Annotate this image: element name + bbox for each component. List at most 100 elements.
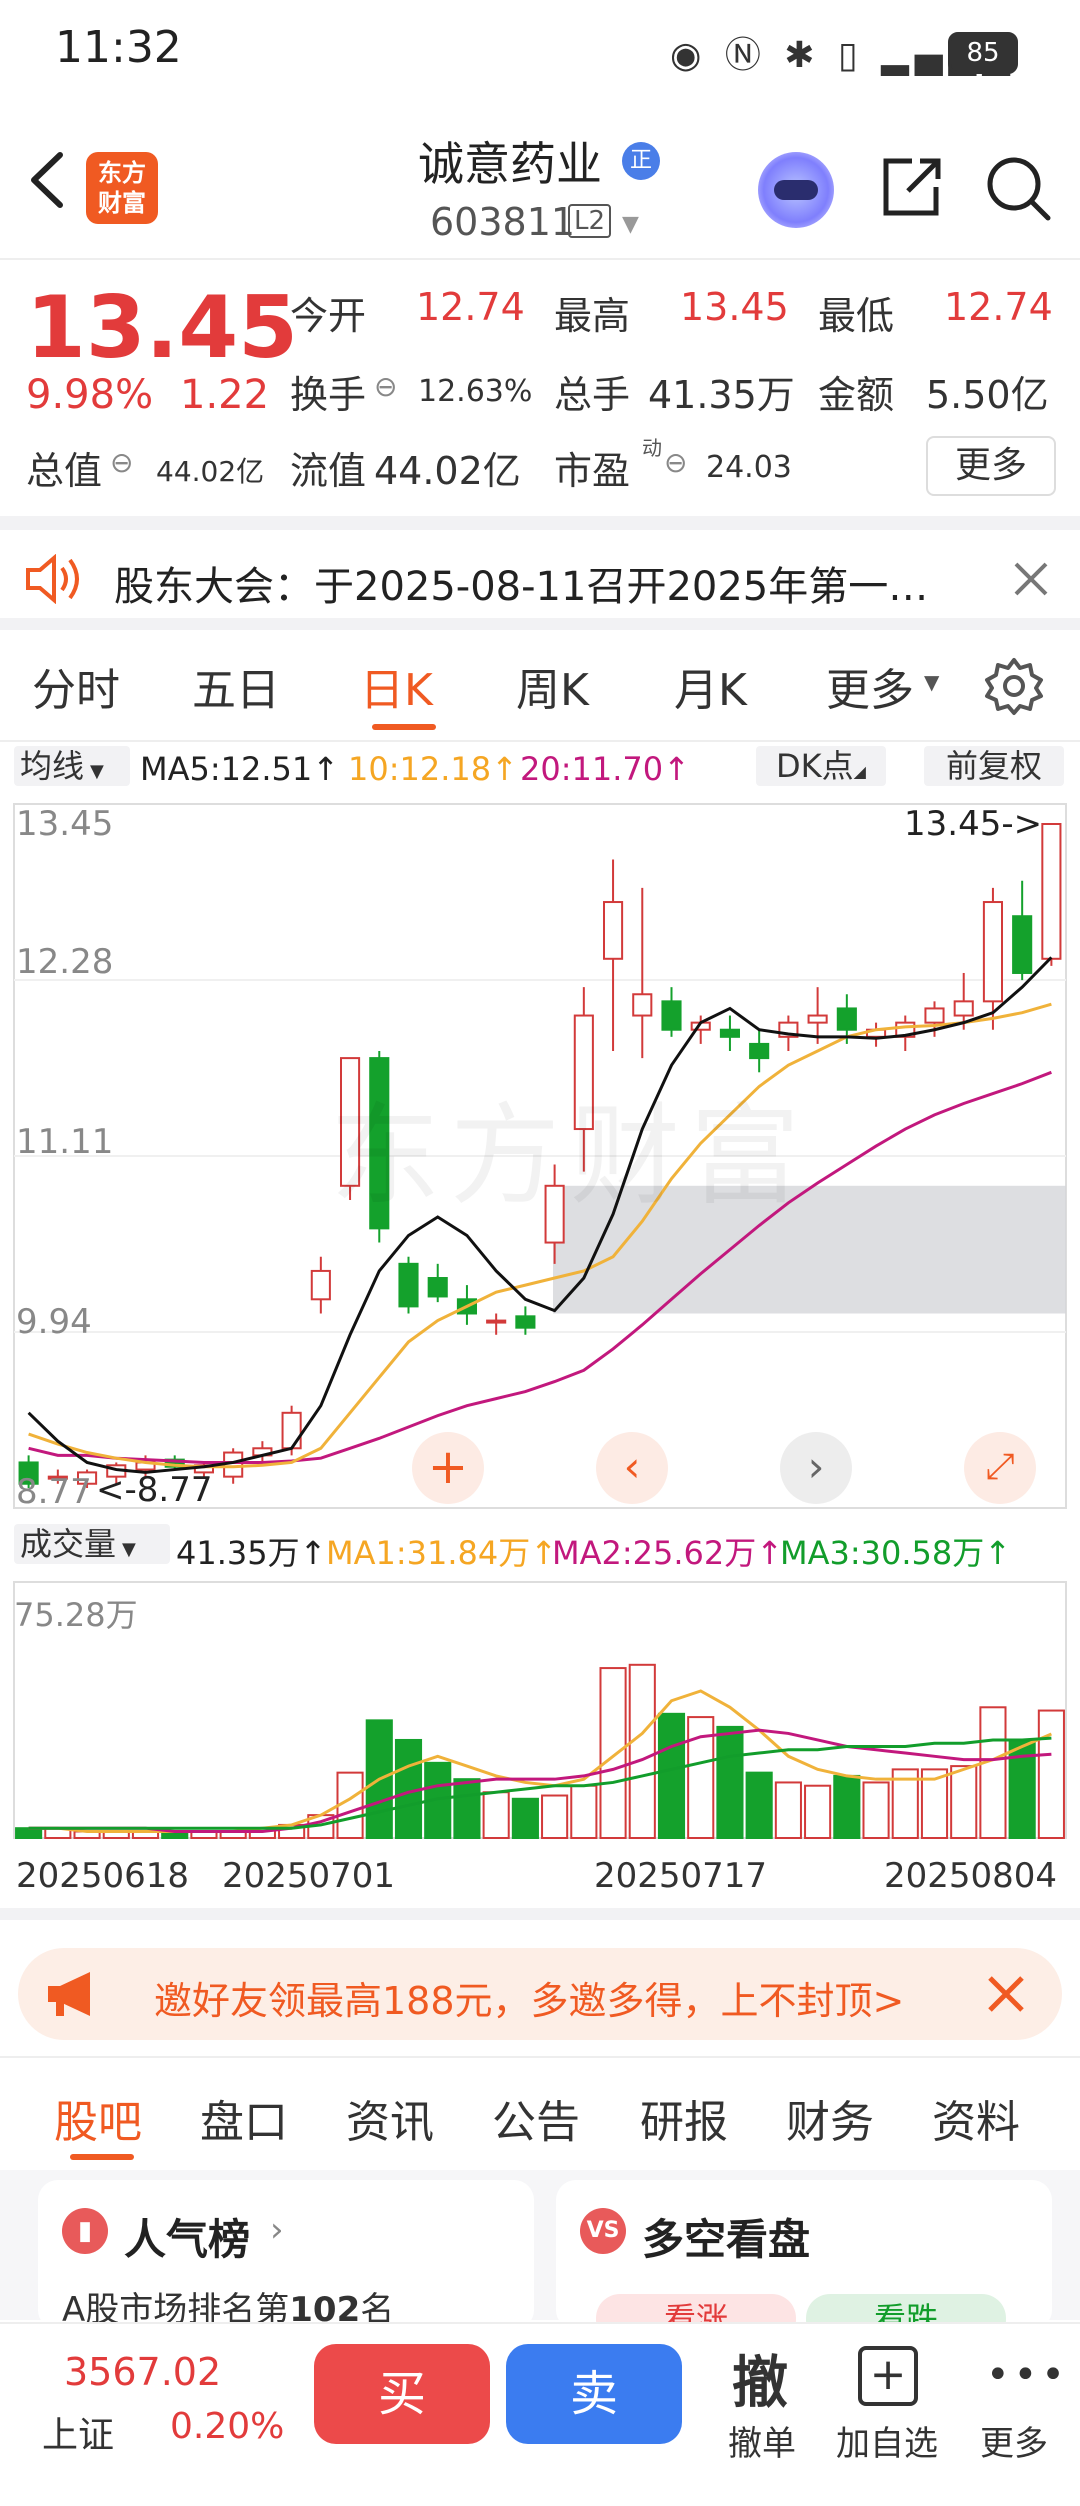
gear-icon[interactable] (984, 656, 1044, 720)
candle-body (310, 1269, 331, 1301)
pe-value: 24.03 (706, 450, 792, 485)
info-icon[interactable]: ⊖ (374, 370, 397, 403)
caret-down-icon: ▼ (924, 670, 940, 694)
index-value[interactable]: 3567.02 (64, 2350, 221, 2394)
volume-bar (482, 1791, 510, 1839)
separator (0, 516, 1080, 530)
volume-bar (950, 1765, 978, 1839)
sell-button[interactable]: 卖 (506, 2344, 682, 2444)
adjust-button[interactable]: 前复权 (924, 746, 1064, 786)
tab-monthly-k[interactable]: 月K (674, 654, 747, 718)
quote-panel: 13.45 9.98% 1.22 总值 ⊖ 44.02亿 今开 12.74 最高… (0, 260, 1080, 516)
turnover-value: 12.63% (418, 374, 533, 409)
level-badge[interactable]: L2 (568, 204, 612, 238)
info-icon[interactable]: ⊖ (110, 446, 133, 479)
tab-daily-k[interactable]: 日K (360, 654, 433, 718)
kline-watermark: 东方财富 (330, 1092, 810, 1220)
more-button[interactable]: 更多 (926, 436, 1056, 496)
chevron-right-icon: › (270, 2210, 284, 2250)
volume-selector[interactable]: 成交量 ▼ (14, 1524, 170, 1564)
tab-news[interactable]: 资讯 (346, 2086, 434, 2150)
tab-five-day[interactable]: 五日 (192, 654, 280, 718)
header: 东方 财富 诚意药业 正 603811 L2 ▼ (0, 120, 1080, 260)
cancel-order-label[interactable]: 撤单 (728, 2416, 796, 2465)
ma20-label: 20:11.70↑ (520, 750, 690, 788)
date-label: 20250717 (594, 1856, 768, 1896)
low-price-tag: <-8.77 (96, 1470, 213, 1510)
popularity-card[interactable]: ▮ 人气榜 › A股市场排名第102名 (38, 2180, 534, 2330)
volume-label: 总手 (554, 373, 631, 417)
battery-icon: 85 (948, 32, 1018, 74)
tab-finance[interactable]: 财务 (786, 2086, 874, 2150)
next-button[interactable]: › (780, 1432, 852, 1504)
high-label: 最高 (554, 294, 631, 338)
last-price-tag: 13.45-> (904, 804, 1043, 844)
tab-profile[interactable]: 资料 (932, 2086, 1020, 2150)
back-icon[interactable] (22, 150, 72, 210)
close-icon[interactable] (1010, 558, 1052, 604)
stock-badge: 正 (622, 142, 660, 180)
action-bar: 3567.02 上证 0.20% 买 卖 撤 撤单 + 加自选 ••• 更多 (0, 2322, 1080, 2506)
separator (0, 618, 1080, 630)
candle-body (982, 901, 1004, 1003)
tab-guba[interactable]: 股吧 (54, 2086, 142, 2150)
fullscreen-button[interactable]: ⤢ (964, 1432, 1036, 1504)
cancel-order-icon[interactable]: 撤 (732, 2338, 788, 2419)
info-icon[interactable]: ⊖ (664, 446, 687, 479)
search-icon[interactable] (984, 154, 1054, 228)
pe-label: 市盈 (554, 449, 631, 493)
ma5-label: MA5:12.51↑ (140, 750, 340, 788)
tab-research[interactable]: 研报 (640, 2086, 728, 2150)
promo-banner[interactable]: 邀好友领最高188元，多邀多得，上不封顶> (18, 1948, 1062, 2040)
dk-point-button[interactable]: DK点◢ (756, 746, 886, 786)
more-icon[interactable]: ••• (986, 2352, 1069, 2398)
status-time: 11:32 (55, 22, 182, 73)
candle-body (661, 1000, 682, 1031)
volume-value: 41.35万 (648, 373, 795, 417)
more-label[interactable]: 更多 (980, 2416, 1048, 2465)
volume-bar (657, 1712, 686, 1839)
last-price: 13.45 (26, 278, 299, 378)
buy-button[interactable]: 买 (314, 2344, 490, 2444)
close-icon[interactable] (984, 1972, 1028, 2020)
vol-ma2-label: MA2:25.62万↑ (552, 1534, 784, 1572)
volume-bar (453, 1778, 481, 1839)
notice-text: 股东大会：于2025-08-11召开2025年第一… (114, 564, 929, 610)
zoom-in-button[interactable]: + (412, 1432, 484, 1504)
long-short-card[interactable]: VS 多空看盘 看涨 看跌 (556, 2180, 1052, 2344)
tab-active-indicator (70, 2154, 134, 2160)
volume-bar (570, 1784, 598, 1839)
change-value: 1.22 (180, 372, 270, 418)
tab-weekly-k[interactable]: 周K (516, 654, 589, 718)
app-logo[interactable]: 东方 财富 (86, 152, 158, 224)
date-label: 20250618 (16, 1856, 190, 1896)
prev-button[interactable]: ‹ (596, 1432, 668, 1504)
candle-body (1041, 823, 1062, 960)
kline-chart[interactable]: 东方财富 13.45 12.28 11.11 9.94 8.77 13.45->… (0, 796, 1080, 1516)
tab-more[interactable]: 更多 (826, 654, 914, 718)
notice-bar[interactable]: 股东大会：于2025-08-11召开2025年第一… (0, 530, 1080, 630)
chevron-down-icon[interactable]: ▼ (622, 212, 639, 237)
ma-selector[interactable]: 均线 ▼ (14, 746, 130, 786)
megaphone-icon (44, 1970, 104, 2022)
volume-chart[interactable]: 75.28万 (0, 1576, 1080, 1846)
y-label-top: 13.45 (16, 804, 114, 844)
share-icon[interactable] (878, 155, 944, 225)
stock-title: 诚意药业 (418, 137, 602, 191)
vol-ma3-label: MA3:30.58万↑ (780, 1534, 1012, 1572)
tab-intraday[interactable]: 分时 (32, 654, 120, 718)
volume-svg[interactable] (0, 1576, 1080, 1846)
low-value: 12.74 (944, 285, 1053, 329)
rank-icon: ▮ (62, 2208, 108, 2254)
volume-bar (716, 1725, 744, 1839)
tab-announcements[interactable]: 公告 (492, 2086, 580, 2150)
add-watchlist-label[interactable]: 加自选 (836, 2416, 938, 2465)
vol-ma1-label: MA1:31.84万↑ (326, 1534, 558, 1572)
robot-icon[interactable] (758, 152, 834, 228)
candle-body (1012, 915, 1033, 974)
volume-bar (804, 1784, 832, 1839)
tab-order-book[interactable]: 盘口 (200, 2086, 288, 2150)
amount-label: 金额 (818, 373, 895, 417)
add-watchlist-icon[interactable]: + (858, 2346, 918, 2406)
index-name: 上证 (42, 2415, 115, 2456)
